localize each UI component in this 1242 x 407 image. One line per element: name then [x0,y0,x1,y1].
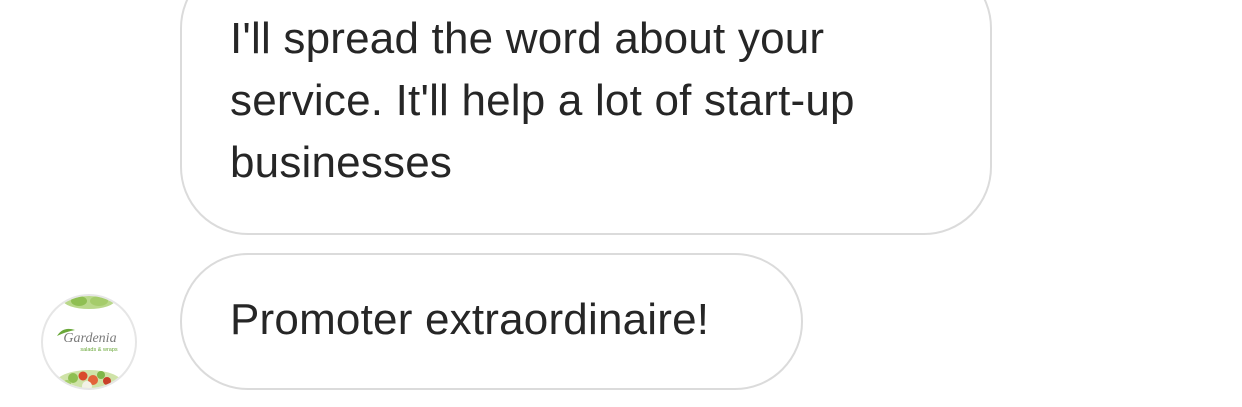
sender-avatar[interactable]: Gardenia salads & wraps [41,294,137,390]
gardenia-logo-icon: Gardenia salads & wraps [55,296,123,388]
svg-text:salads & wraps: salads & wraps [80,347,118,353]
message-bubble-received[interactable]: Promoter extraordinaire! [180,253,803,390]
svg-text:Gardenia: Gardenia [63,331,116,346]
message-thread: I'll spread the word about your service.… [0,0,1242,407]
message-text: Promoter extraordinaire! [230,295,710,344]
message-bubble-received[interactable]: I'll spread the word about your service.… [180,0,992,235]
message-text: I'll spread the word about your service.… [230,14,855,187]
